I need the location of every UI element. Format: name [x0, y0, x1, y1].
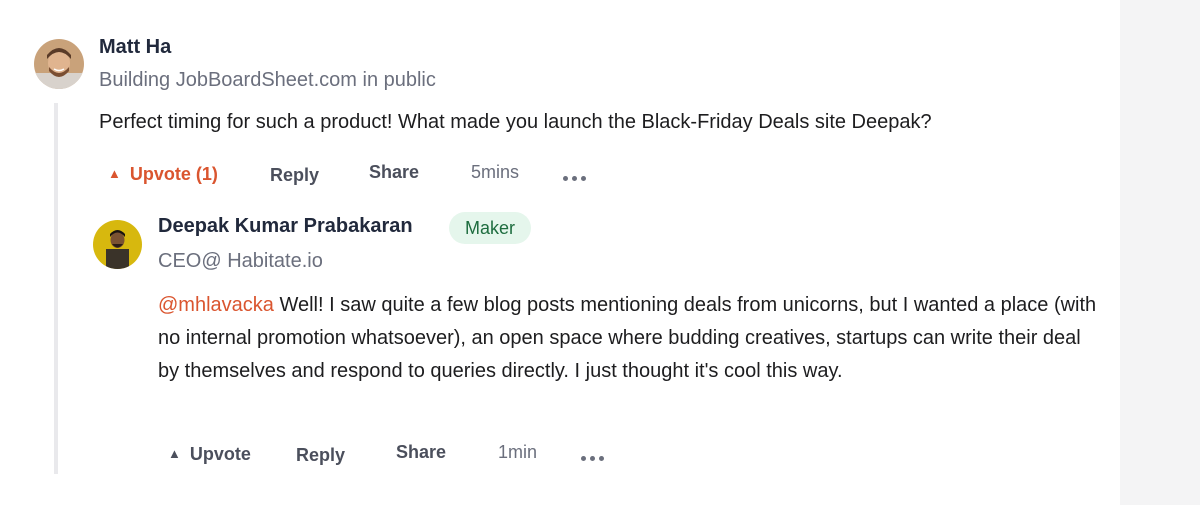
- avatar[interactable]: [34, 39, 84, 89]
- comment-author-name[interactable]: Matt Ha: [99, 36, 171, 59]
- more-dots-icon: [563, 168, 590, 185]
- reply-button[interactable]: Reply: [270, 165, 319, 186]
- reply-body-text: Well! I saw quite a few blog posts menti…: [158, 294, 1097, 382]
- mention-link[interactable]: @mhlavacka: [158, 294, 274, 316]
- upvote-triangle-icon: ▲: [108, 166, 121, 181]
- upvote-triangle-icon: ▲: [168, 446, 181, 461]
- avatar[interactable]: [93, 220, 142, 269]
- upvote-label: Upvote (1): [129, 164, 218, 184]
- thread-line: [54, 103, 58, 474]
- comment-author-headline: Building JobBoardSheet.com in public: [99, 69, 436, 91]
- reply-button[interactable]: Reply: [296, 445, 345, 466]
- reply-timestamp[interactable]: 1min: [498, 442, 537, 463]
- reply-author-headline: CEO@ Habitate.io: [158, 250, 323, 272]
- share-button[interactable]: Share: [396, 442, 446, 463]
- comment-body: Perfect timing for such a product! What …: [99, 111, 932, 133]
- upvote-button[interactable]: ▲ Upvote: [168, 444, 251, 465]
- maker-badge: Maker: [449, 212, 532, 244]
- reply-body: @mhlavacka Well! I saw quite a few blog …: [158, 289, 1098, 388]
- comment-timestamp[interactable]: 5mins: [471, 162, 519, 183]
- more-dots-icon: [581, 448, 608, 465]
- more-options-button[interactable]: [581, 448, 608, 466]
- upvote-label: Upvote: [189, 444, 251, 464]
- upvote-button[interactable]: ▲ Upvote (1): [108, 164, 218, 185]
- reply-author-name[interactable]: Deepak Kumar Prabakaran: [158, 215, 413, 238]
- more-options-button[interactable]: [563, 168, 590, 186]
- right-sidebar: [1120, 0, 1200, 505]
- share-button[interactable]: Share: [369, 162, 419, 183]
